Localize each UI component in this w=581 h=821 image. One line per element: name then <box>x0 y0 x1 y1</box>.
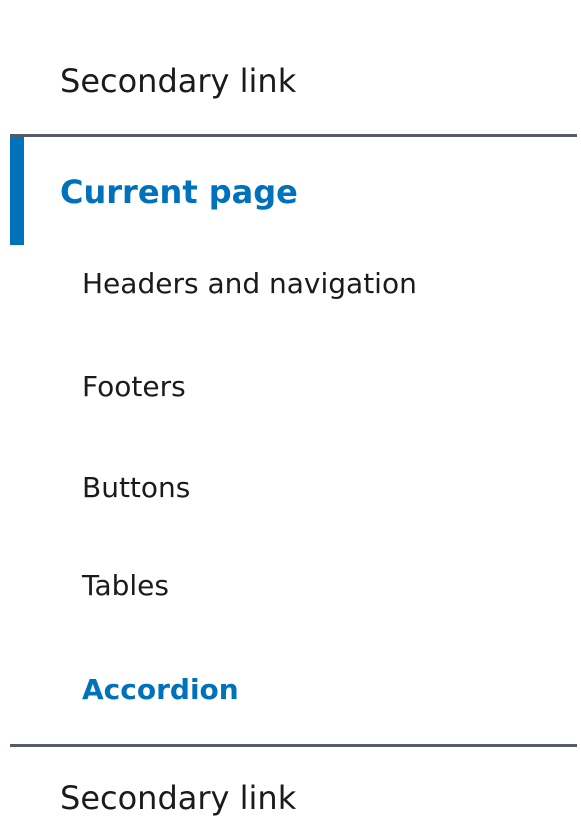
current-page-indicator <box>10 137 24 245</box>
sublink-footers[interactable]: Footers <box>82 363 581 411</box>
divider-bottom <box>10 744 577 747</box>
secondary-link-bottom[interactable]: Secondary link <box>60 771 581 821</box>
side-navigation: Secondary link Current page Headers and … <box>0 0 581 821</box>
sublink-accordion[interactable]: Accordion <box>82 666 581 714</box>
sublink-buttons[interactable]: Buttons <box>82 464 581 512</box>
secondary-link-top[interactable]: Secondary link <box>60 54 581 108</box>
sublink-headers-and-navigation[interactable]: Headers and navigation <box>82 260 581 308</box>
divider-top <box>10 134 577 137</box>
sublink-tables[interactable]: Tables <box>82 562 581 610</box>
current-page-link[interactable]: Current page <box>60 165 581 219</box>
